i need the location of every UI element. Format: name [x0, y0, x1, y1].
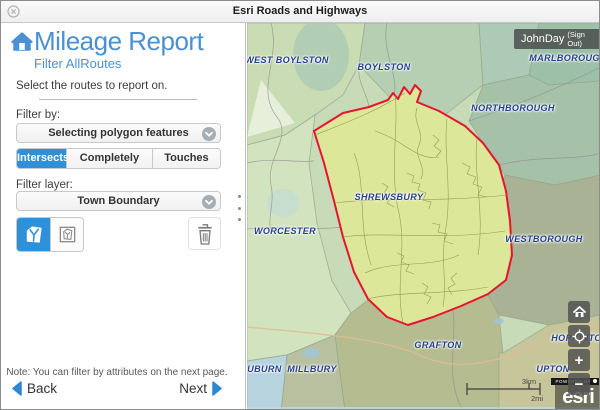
chevron-down-icon: [202, 127, 216, 141]
map-label-shrewsbury: SHREWSBURY: [355, 192, 424, 202]
minus-icon: −: [575, 377, 584, 392]
filter-layer-label: Filter layer:: [16, 179, 73, 191]
zoom-in-button[interactable]: +: [568, 349, 590, 371]
app-header: Esri Roads and Highways: [1, 1, 599, 23]
scale-bar: 3km 2mi: [466, 375, 544, 403]
completely-within-button[interactable]: Completely Within: [67, 149, 153, 168]
chevron-left-icon: [11, 381, 22, 396]
sidebar-panel: Mileage Report Filter AllRoutes Select t…: [1, 23, 246, 410]
map-label-boylston: BOYLSTON: [357, 62, 410, 72]
map-label-worcester: WORCESTER: [254, 226, 316, 236]
sign-out-link[interactable]: (Sign Out): [567, 30, 594, 48]
home-extent-button[interactable]: [568, 301, 590, 323]
divider: [39, 99, 197, 100]
map-label-marlborough: MARLBOROUGH: [529, 53, 600, 63]
next-label: Next: [179, 381, 207, 396]
selection-tool-group: [16, 217, 84, 252]
filter-by-label: Filter by:: [16, 109, 60, 121]
clear-selection-button[interactable]: [188, 217, 221, 250]
map-label-grafton: GRAFTON: [414, 340, 461, 350]
map-canvas[interactable]: WEST BOYLSTON BOYLSTON MARLBOROUGH NORTH…: [247, 23, 600, 410]
app-title: Esri Roads and Highways: [1, 5, 599, 17]
panel-resize-handle[interactable]: [235, 195, 243, 221]
map-controls: + −: [568, 301, 590, 395]
select-by-polygon-button[interactable]: [17, 218, 50, 251]
map-label-auburn: AUBURN: [247, 364, 282, 374]
page-title: Mileage Report: [34, 26, 203, 57]
map-label-upton: UPTON: [536, 364, 569, 374]
filter-layer-value: Town Boundary: [77, 195, 159, 207]
signed-in-user-button[interactable]: JohnDay (Sign Out): [514, 29, 600, 49]
map-label-millbury: MILLBURY: [287, 364, 337, 374]
note-text: Note: You can filter by attributes on th…: [1, 367, 233, 378]
scale-mi-label: 2mi: [531, 394, 543, 403]
trash-icon: [195, 222, 215, 246]
app-window: Esri Roads and Highways Mileage Report F…: [0, 0, 600, 410]
back-button[interactable]: Back: [11, 381, 57, 396]
touches-edge-button[interactable]: Touches Edge: [153, 149, 220, 168]
intersects-button[interactable]: Intersects: [17, 149, 67, 168]
spatial-relation-group: Intersects Completely Within Touches Edg…: [16, 148, 221, 169]
instruction-text: Select the routes to report on.: [16, 80, 168, 92]
zoom-out-button[interactable]: −: [568, 373, 590, 395]
filter-method-value: Selecting polygon features: [48, 127, 189, 139]
back-label: Back: [27, 381, 57, 396]
polygon-select-icon: [23, 224, 44, 245]
next-button[interactable]: Next: [179, 381, 223, 396]
filter-method-dropdown[interactable]: Selecting polygon features: [16, 123, 221, 143]
home-icon: [573, 306, 586, 318]
polygon-outline-icon: [57, 224, 78, 245]
locate-button[interactable]: [568, 325, 590, 347]
select-by-rectangle-button[interactable]: [50, 218, 83, 251]
map-label-west-boylston: WEST BOYLSTON: [247, 55, 329, 65]
home-icon: [11, 31, 33, 53]
map-label-northborough: NORTHBOROUGH: [471, 103, 555, 113]
locate-icon: [572, 329, 587, 344]
map-label-westborough: WESTBOROUGH: [505, 234, 582, 244]
filter-layer-dropdown[interactable]: Town Boundary: [16, 191, 221, 211]
user-name: JohnDay: [521, 33, 564, 45]
page-subtitle: Filter AllRoutes: [34, 56, 121, 71]
basemap: [247, 23, 600, 410]
plus-icon: +: [575, 353, 584, 368]
esri-globe-icon: [593, 379, 597, 383]
chevron-down-icon: [202, 195, 216, 209]
chevron-right-icon: [212, 381, 223, 396]
